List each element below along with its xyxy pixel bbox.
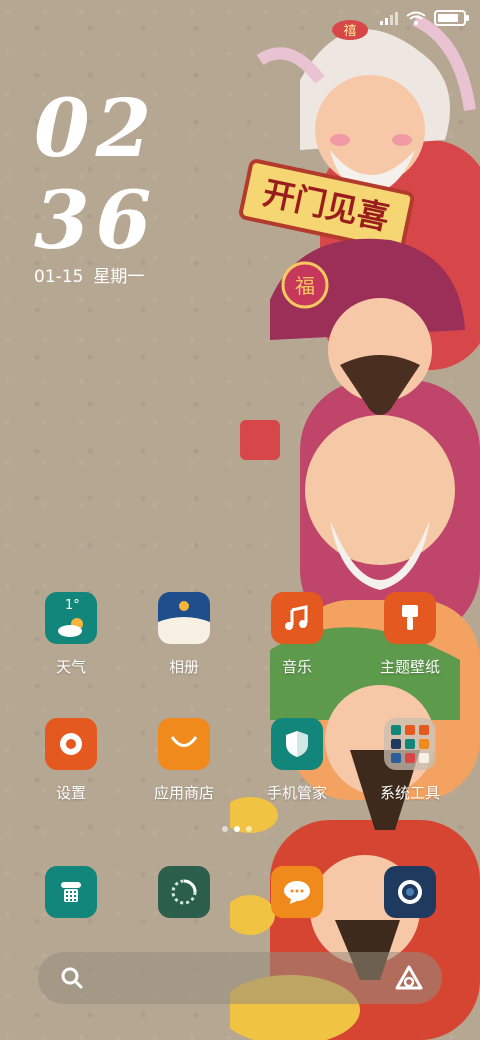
signal-icon (380, 12, 398, 25)
assistant-icon[interactable] (394, 964, 424, 992)
settings-icon (45, 718, 97, 770)
app-settings[interactable]: 设置 (23, 718, 119, 803)
lens-icon (398, 880, 422, 904)
browser-icon (158, 866, 210, 918)
gallery-glyph (158, 601, 210, 644)
app-phone-manager[interactable]: 手机管家 (249, 718, 345, 803)
battery-icon (434, 10, 469, 26)
music-icon (271, 592, 323, 644)
search-bar[interactable] (38, 952, 442, 1004)
page-dot (246, 826, 252, 832)
dock-messages[interactable] (249, 866, 345, 918)
app-weather[interactable]: 1° 天气 (23, 592, 119, 677)
chat-bubble-icon (284, 881, 310, 904)
app-label: 相册 (168, 658, 199, 676)
dock-browser[interactable] (136, 866, 232, 918)
weather-icon: 1° (45, 592, 97, 644)
shield-glyph (286, 731, 308, 757)
app-label: 手机管家 (266, 784, 327, 802)
theme-brush-icon (384, 592, 436, 644)
bag-handle-icon (170, 736, 198, 747)
app-store-bag-icon (158, 718, 210, 770)
folder-grid-icon (391, 725, 429, 763)
app-system-tools-folder[interactable]: 系统工具 (362, 718, 458, 803)
page-dot (222, 826, 228, 832)
date-weekday: 星期一 (93, 267, 145, 287)
dock-phone[interactable] (23, 866, 119, 918)
music-note-icon (285, 605, 308, 630)
wifi-icon (406, 11, 426, 25)
clock-hour: 02 (34, 81, 158, 175)
shield-icon (271, 718, 323, 770)
date-line: 01-15 星期一 (34, 262, 154, 287)
app-label: 应用商店 (153, 784, 214, 802)
spinner-ring-icon (171, 879, 197, 905)
face-1 (315, 75, 425, 185)
app-label: 音乐 (281, 658, 312, 676)
app-music[interactable]: 音乐 (249, 592, 345, 677)
gear-icon (60, 733, 82, 755)
camera-icon (384, 866, 436, 918)
telephone-glyph (61, 882, 81, 902)
weather-temperature: 1° (65, 598, 80, 613)
dock-camera[interactable] (362, 866, 458, 918)
badge-text: 禧 (343, 24, 356, 39)
app-themes[interactable]: 主题壁纸 (362, 592, 458, 677)
date-day: 01-15 (34, 267, 84, 287)
app-label: 天气 (55, 658, 86, 676)
status-bar (380, 10, 469, 26)
app-gallery[interactable]: 相册 (136, 592, 232, 677)
folder-icon (384, 718, 436, 770)
brush-icon (402, 605, 418, 630)
hat-text: 福 (295, 274, 315, 298)
page-dot-active (234, 826, 240, 832)
page-indicator (222, 826, 252, 832)
search-icon (61, 967, 83, 989)
gallery-icon (158, 592, 210, 644)
phone-icon (45, 866, 97, 918)
app-label: 主题壁纸 (379, 658, 440, 676)
app-label: 系统工具 (379, 784, 440, 802)
clock-minute: 36 (34, 173, 158, 267)
cloud-sun-icon (58, 618, 83, 637)
app-store[interactable]: 应用商店 (136, 718, 232, 803)
messages-icon (271, 866, 323, 918)
app-label: 设置 (55, 784, 86, 802)
